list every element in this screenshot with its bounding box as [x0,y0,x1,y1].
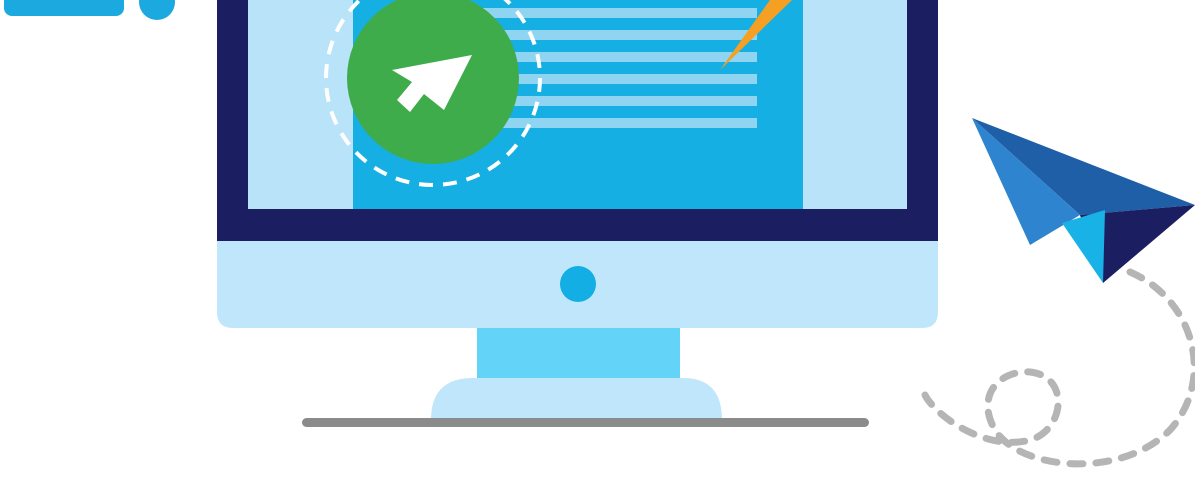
top-left-decoration [4,0,175,20]
stand-neck [477,328,680,380]
monitor-power-dot [560,266,596,302]
floor-line [302,418,869,427]
monitor-stand [302,328,869,427]
stand-base [431,378,722,420]
dashed-trail [921,268,1195,468]
illustration [4,0,1195,468]
monitor [217,0,938,328]
paper-plane-icon [972,118,1195,283]
